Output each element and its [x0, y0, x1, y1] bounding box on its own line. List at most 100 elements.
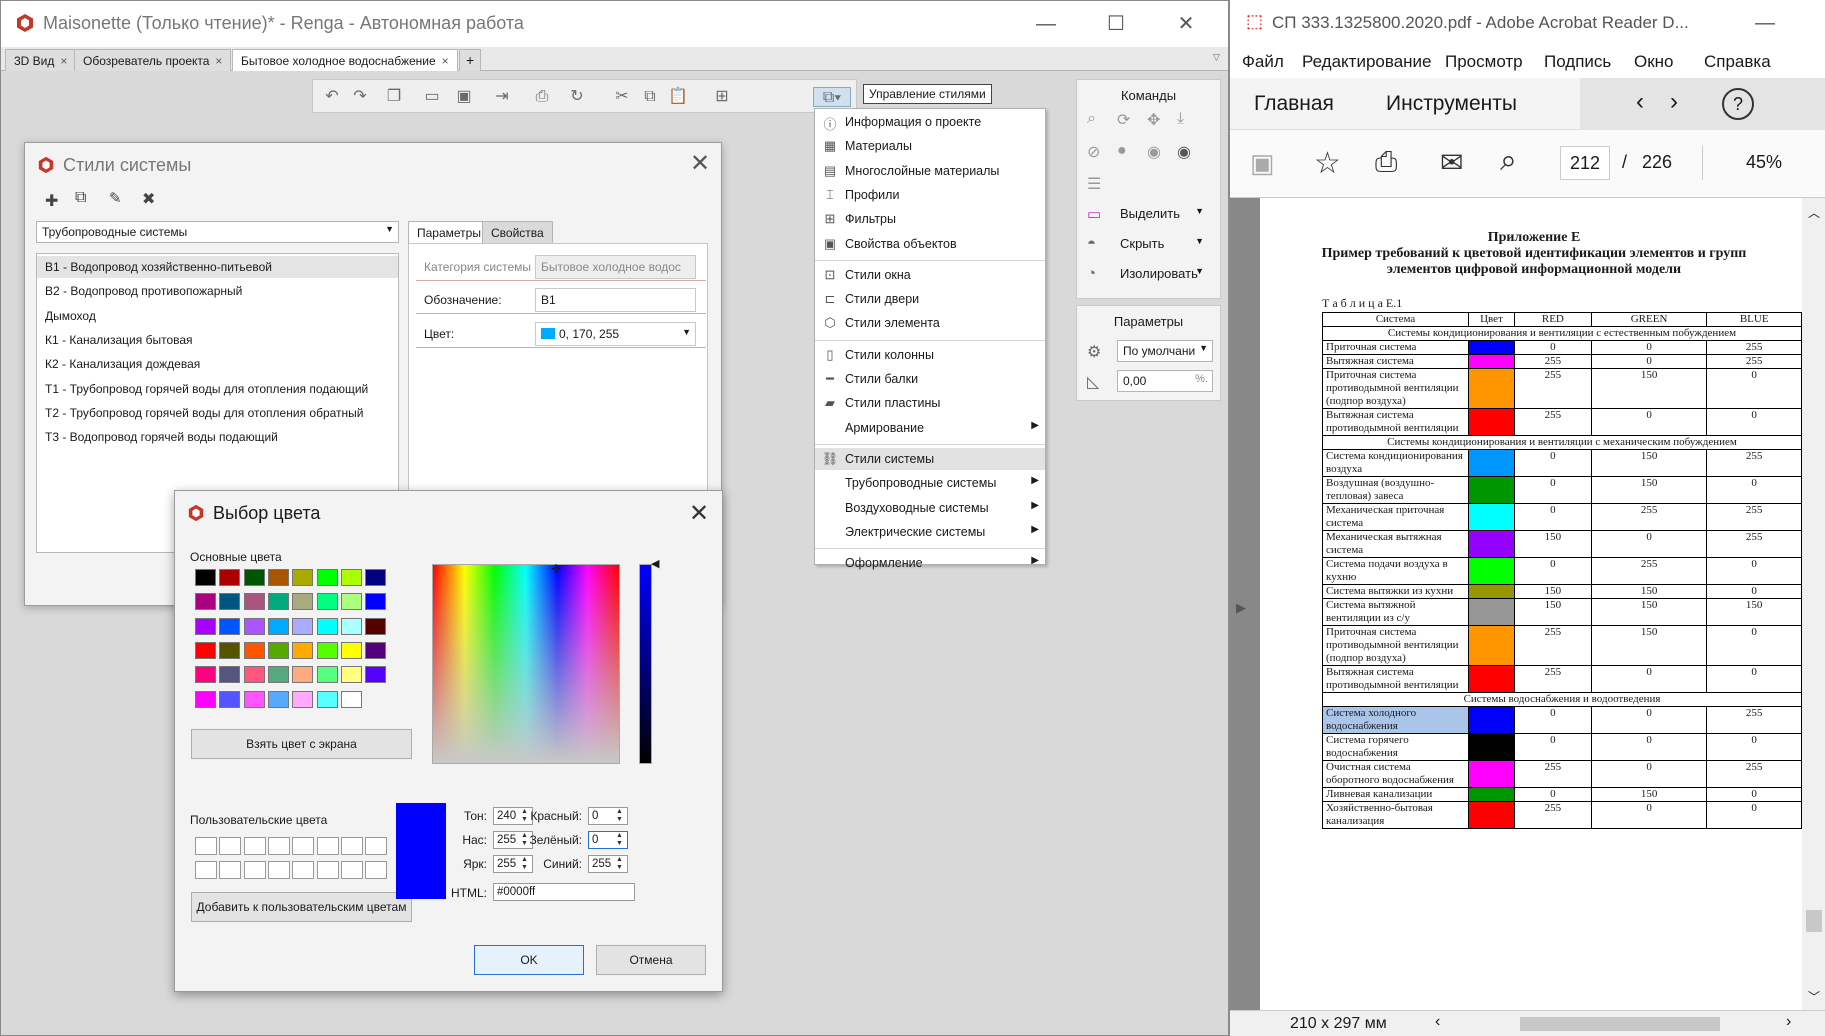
color-swatch[interactable] — [292, 593, 314, 611]
print-icon[interactable]: ⎙ — [531, 87, 553, 107]
color-swatch[interactable] — [219, 617, 241, 635]
color-swatch[interactable] — [219, 593, 241, 611]
color-swatch[interactable] — [340, 617, 362, 635]
eye-icon[interactable]: ◉ — [1147, 142, 1161, 162]
delete-icon[interactable]: ✖ — [142, 189, 155, 209]
green-input[interactable]: 0 ▲ ▼ — [588, 831, 628, 849]
close-tab-icon[interactable]: × — [60, 54, 67, 68]
menu-item[interactable]: ⬡ Стили элемента — [815, 312, 1045, 334]
save-icon[interactable]: ▣ — [1250, 148, 1275, 179]
tab-cold-water[interactable]: Бытовое холодное водоснабжение × — [232, 49, 458, 71]
color-swatch[interactable] — [243, 569, 265, 586]
color-swatch[interactable] — [316, 666, 338, 684]
system-name-cell[interactable]: Система холодного водоснабжения — [1322, 706, 1469, 734]
show-icon[interactable]: ◉ — [1177, 142, 1191, 162]
cut-icon[interactable]: ✂ — [611, 87, 633, 107]
default-select[interactable]: По умолчани ▼ — [1117, 340, 1213, 362]
custom-color-swatch[interactable] — [243, 837, 266, 855]
color-swatch[interactable] — [340, 593, 362, 611]
list-item[interactable]: В1 - Водопровод хозяйственно-питьевой — [37, 256, 398, 278]
minimize-button[interactable]: — — [1740, 8, 1790, 38]
color-swatch[interactable] — [316, 690, 338, 708]
list-item[interactable]: Т1 - Трубопровод горячей воды для отопле… — [37, 378, 398, 400]
close-icon[interactable]: ✕ — [689, 499, 709, 528]
custom-color-swatch[interactable] — [365, 861, 388, 880]
save-icon[interactable]: ▣ — [453, 87, 475, 107]
color-swatch[interactable] — [316, 569, 338, 586]
system-name-cell[interactable]: Ливневая канализации — [1322, 787, 1469, 802]
list-item[interactable]: К1 - Канализация бытовая — [37, 329, 398, 351]
scroll-right-icon[interactable]: › — [1786, 1013, 1791, 1031]
star-icon[interactable]: ☆ — [1314, 146, 1341, 181]
color-swatch[interactable] — [243, 617, 265, 635]
system-name-cell[interactable]: Система кондиционирования воздуха — [1322, 449, 1469, 477]
custom-color-swatch[interactable] — [195, 861, 217, 880]
color-swatch[interactable] — [365, 569, 387, 586]
add-custom-button[interactable]: Добавить к пользовательским цветам — [191, 892, 412, 922]
color-swatch[interactable] — [219, 569, 241, 586]
pick-screen-button[interactable]: Взять цвет с экрана — [191, 729, 412, 759]
system-name-cell[interactable]: Приточная система противодымной вентиляц… — [1322, 625, 1469, 666]
shape-icon[interactable]: ● — [1117, 142, 1127, 160]
custom-color-swatch[interactable] — [267, 837, 290, 855]
spin-arrows-icon[interactable]: ▲ ▼ — [613, 808, 626, 824]
search-icon[interactable]: ⌕ — [1500, 144, 1517, 178]
menu-item[interactable]: Трубопроводные системы ▶ — [815, 472, 1045, 494]
menu-view[interactable]: Просмотр — [1445, 52, 1523, 72]
color-swatch[interactable] — [267, 690, 289, 708]
copy-icon[interactable]: ⧉ — [639, 87, 661, 107]
menu-item[interactable]: ⊞ Фильтры — [815, 208, 1045, 230]
menu-item[interactable]: ⓘ Информация о проекте — [815, 111, 1045, 133]
color-swatch[interactable] — [195, 641, 216, 659]
menu-item[interactable]: Армирование ▶ — [815, 417, 1045, 439]
pan-icon[interactable]: ✥ — [1147, 110, 1160, 130]
close-tab-icon[interactable]: × — [215, 54, 222, 68]
select-command[interactable]: ▭ Выделить ▼ — [1087, 202, 1204, 226]
system-name-cell[interactable]: Воздушная (воздушно-тепловая) завеса — [1322, 476, 1469, 504]
undo-icon[interactable]: ↶ — [321, 87, 343, 107]
color-swatch[interactable] — [340, 641, 362, 659]
maximize-button[interactable]: ☐ — [1091, 9, 1141, 39]
color-swatch[interactable] — [195, 617, 216, 635]
minimize-button[interactable]: — — [1021, 9, 1071, 39]
scroll-down-icon[interactable]: ﹀ — [1808, 988, 1820, 1005]
system-name-cell[interactable]: Система вытяжки из кухни — [1322, 584, 1469, 599]
color-swatch[interactable] — [292, 666, 314, 684]
cut-plane-icon[interactable]: ⊘ — [1087, 142, 1100, 162]
list-item[interactable]: В2 - Водопровод противопожарный — [37, 280, 398, 302]
color-swatch[interactable] — [267, 569, 289, 586]
menu-item[interactable]: ⊏ Стили двери — [815, 288, 1045, 310]
color-swatch[interactable] — [316, 617, 338, 635]
color-swatch[interactable] — [267, 617, 289, 635]
list-item[interactable]: К2 - Канализация дождевая — [37, 353, 398, 375]
duplicate-icon[interactable]: ⧉ — [75, 189, 86, 207]
ok-button[interactable]: OK — [474, 945, 584, 975]
scroll-thumb[interactable] — [1806, 910, 1822, 932]
color-swatch[interactable] — [340, 690, 362, 708]
color-swatch[interactable] — [292, 641, 314, 659]
menu-item[interactable]: ⛓ Стили системы — [815, 447, 1045, 470]
download-icon[interactable]: ⤓ — [1177, 110, 1184, 128]
spin-arrows-icon[interactable]: ▲ ▼ — [613, 832, 626, 848]
sync-icon[interactable]: ↻ — [566, 87, 588, 107]
open-icon[interactable]: ▭ — [421, 87, 443, 107]
panel-expand-icon[interactable]: ▶ — [1236, 600, 1246, 616]
custom-color-swatch[interactable] — [340, 837, 363, 855]
mail-icon[interactable]: ✉ — [1440, 146, 1463, 179]
tab-project-explorer[interactable]: Обозреватель проекта × — [74, 49, 232, 71]
manage-styles-button[interactable]: ⧉▾ — [813, 87, 851, 107]
help-icon[interactable]: ? — [1722, 88, 1754, 120]
scroll-left-icon[interactable]: ‹ — [1435, 1013, 1440, 1031]
list-item[interactable]: Т3 - Водопровод горячей воды подающий — [37, 426, 398, 448]
export-icon[interactable]: ⇥ — [491, 87, 513, 107]
menu-sign[interactable]: Подпись — [1544, 52, 1611, 72]
color-swatch[interactable] — [243, 641, 265, 659]
redo-icon[interactable]: ↷ — [349, 87, 371, 107]
color-swatch[interactable] — [316, 593, 338, 611]
menu-help[interactable]: Справка — [1704, 52, 1771, 72]
system-name-cell[interactable]: Механическая вытяжная система — [1322, 530, 1469, 558]
color-swatch[interactable] — [195, 569, 216, 586]
system-name-cell[interactable]: Приточная система противодымной вентиляц… — [1322, 368, 1469, 409]
color-swatch[interactable] — [195, 593, 216, 611]
blue-input[interactable]: 255 ▲ ▼ — [588, 855, 628, 873]
